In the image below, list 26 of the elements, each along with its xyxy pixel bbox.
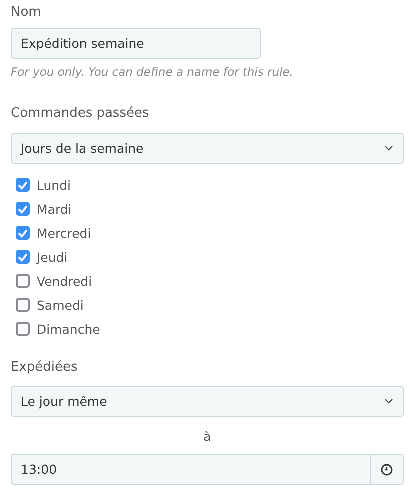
checkbox[interactable] (16, 178, 30, 192)
dropdown[interactable]: Le jour même (11, 386, 404, 417)
field-label: Commandes passées (11, 105, 150, 123)
checkbox[interactable] (16, 274, 30, 288)
checkbox-label: Samedi (37, 298, 84, 312)
chevron-down-icon (385, 399, 393, 404)
time-field[interactable]: 13:00 (11, 454, 404, 485)
checkbox[interactable] (16, 202, 30, 216)
clock-icon (381, 464, 393, 476)
checkbox[interactable] (16, 250, 30, 264)
dropdown[interactable]: Jours de la semaine (11, 133, 404, 164)
field-label: Nom (11, 4, 42, 22)
field-label: Expédiées (11, 359, 79, 377)
checkbox-label: Dimanche (37, 322, 100, 336)
checkbox[interactable] (16, 322, 30, 336)
checkbox-label: Jeudi (37, 250, 68, 264)
checkbox-label: Vendredi (37, 274, 92, 288)
checkbox-label: Mardi (37, 202, 72, 216)
at-label: à (204, 429, 212, 444)
help-text: For you only. You can define a name for this rule. (11, 65, 294, 79)
checkbox-label: Lundi (37, 178, 71, 192)
checkbox-label: Mercredi (37, 226, 92, 240)
checkbox[interactable] (16, 298, 30, 312)
checkbox[interactable] (16, 226, 30, 240)
chevron-down-icon (385, 146, 393, 151)
input-field[interactable]: Expédition semaine (11, 28, 261, 59)
